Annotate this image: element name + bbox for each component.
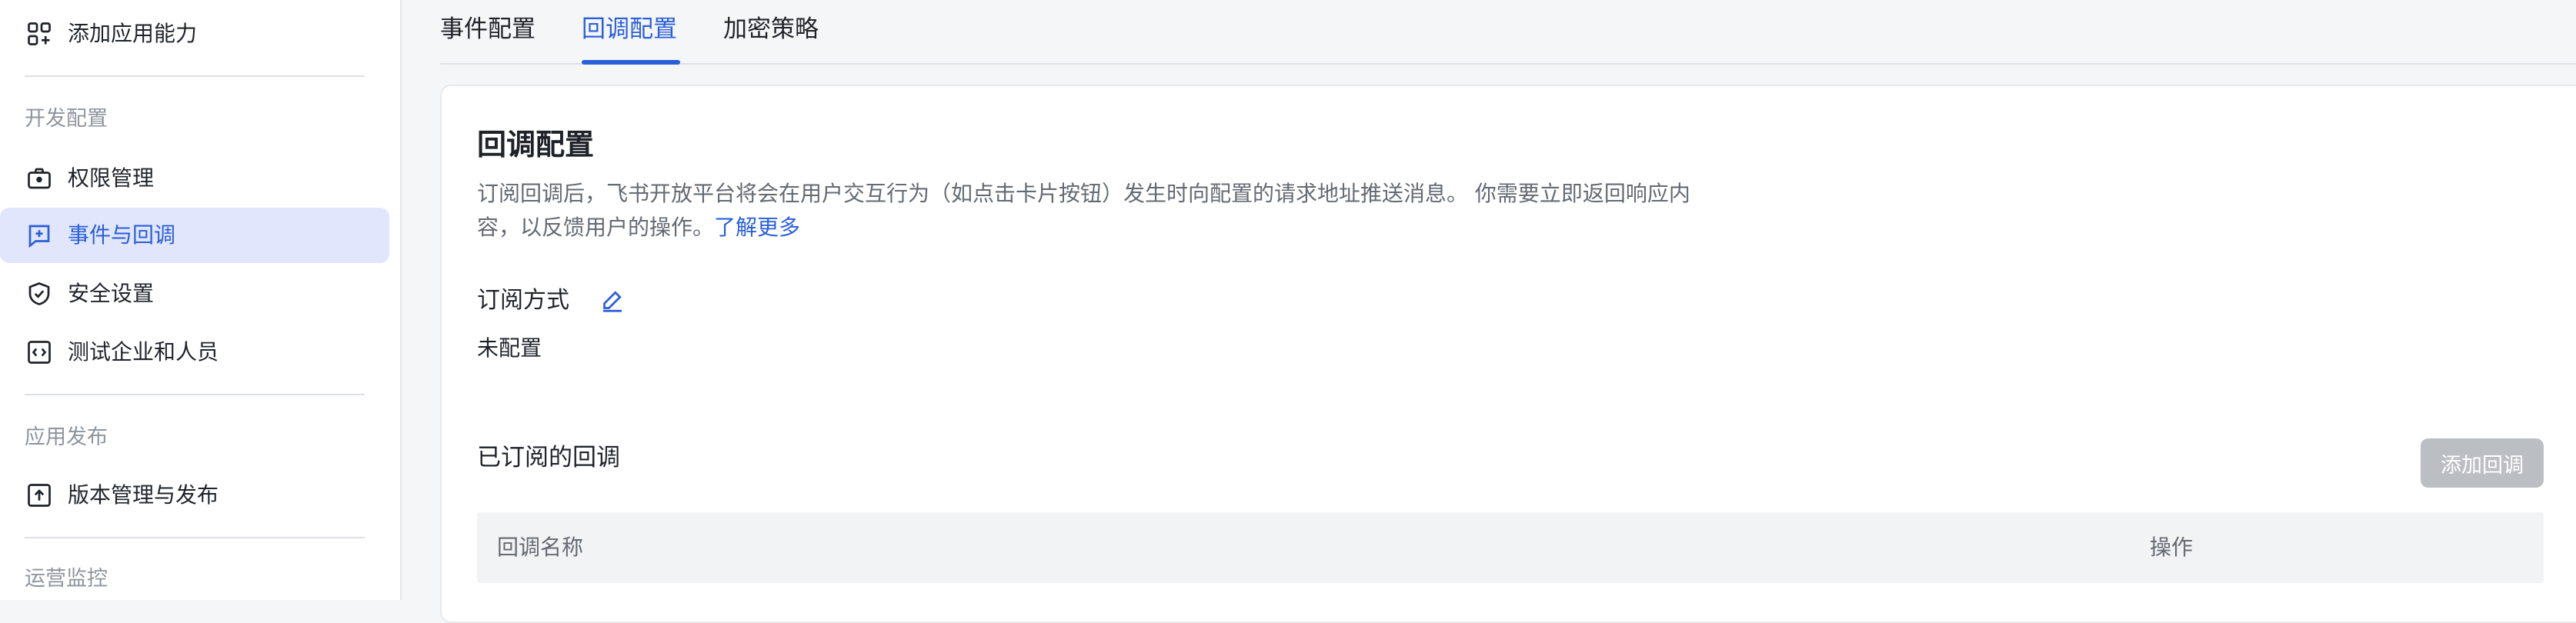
subscription-method-title: 订阅方式: [477, 287, 569, 314]
sidebar-item-label: 添加应用能力: [68, 21, 198, 46]
divider: [25, 75, 365, 77]
sidebar-item-label: 测试企业和人员: [68, 339, 219, 365]
add-callback-button[interactable]: 添加回调: [2421, 438, 2544, 488]
briefcase-lock-icon: [25, 164, 54, 193]
description-text: 订阅回调后，飞书开放平台将会在用户交互行为（如点击卡片按钮）发生时向配置的请求地…: [477, 181, 1690, 240]
divider: [25, 537, 365, 538]
tab-encryption-policy[interactable]: 加密策略: [723, 12, 819, 46]
sidebar-item-security[interactable]: 安全设置: [0, 266, 389, 321]
message-plus-icon: [25, 221, 54, 250]
shield-check-icon: [25, 279, 54, 308]
section-title-app-release: 应用发布: [25, 425, 108, 449]
grid-plus-icon: [25, 19, 54, 48]
column-header-callback-name: 回调名称: [497, 535, 584, 560]
sidebar-item-label: 权限管理: [68, 165, 155, 191]
section-title-operations: 运营监控: [25, 567, 108, 591]
tab-event-config[interactable]: 事件配置: [440, 12, 536, 46]
page-description: 订阅回调后，飞书开放平台将会在用户交互行为（如点击卡片按钮）发生时向配置的请求地…: [477, 177, 1700, 245]
divider: [25, 394, 365, 395]
table-header: [477, 512, 2544, 583]
sidebar-item-label: 事件与回调: [68, 222, 176, 248]
sidebar-item-label: 安全设置: [68, 281, 155, 306]
sidebar-item-label: 版本管理与发布: [68, 482, 219, 508]
learn-more-link[interactable]: 了解更多: [714, 215, 800, 240]
page-title: 回调配置: [477, 128, 595, 162]
upload-box-icon: [25, 481, 54, 510]
active-tab-indicator: [582, 60, 680, 65]
sidebar-item-events-callbacks[interactable]: 事件与回调: [0, 208, 389, 263]
subscribed-callbacks-title: 已订阅的回调: [477, 444, 620, 471]
sidebar-item-version-release[interactable]: 版本管理与发布: [0, 468, 389, 523]
sidebar-item-add-capability[interactable]: 添加应用能力: [0, 6, 389, 62]
section-title-dev-config: 开发配置: [25, 107, 108, 131]
column-header-actions: 操作: [2150, 535, 2194, 560]
code-box-icon: [25, 338, 54, 367]
subscription-status: 未配置: [477, 335, 542, 361]
edit-icon[interactable]: [599, 286, 626, 314]
sidebar-item-test-org[interactable]: 测试企业和人员: [0, 325, 389, 380]
sidebar: 添加应用能力 开发配置 权限管理 事件与回调 安全设置 测试企业和人员 应用发布…: [0, 0, 402, 600]
sidebar-item-permissions[interactable]: 权限管理: [0, 151, 389, 206]
tab-callback-config[interactable]: 回调配置: [582, 12, 677, 46]
